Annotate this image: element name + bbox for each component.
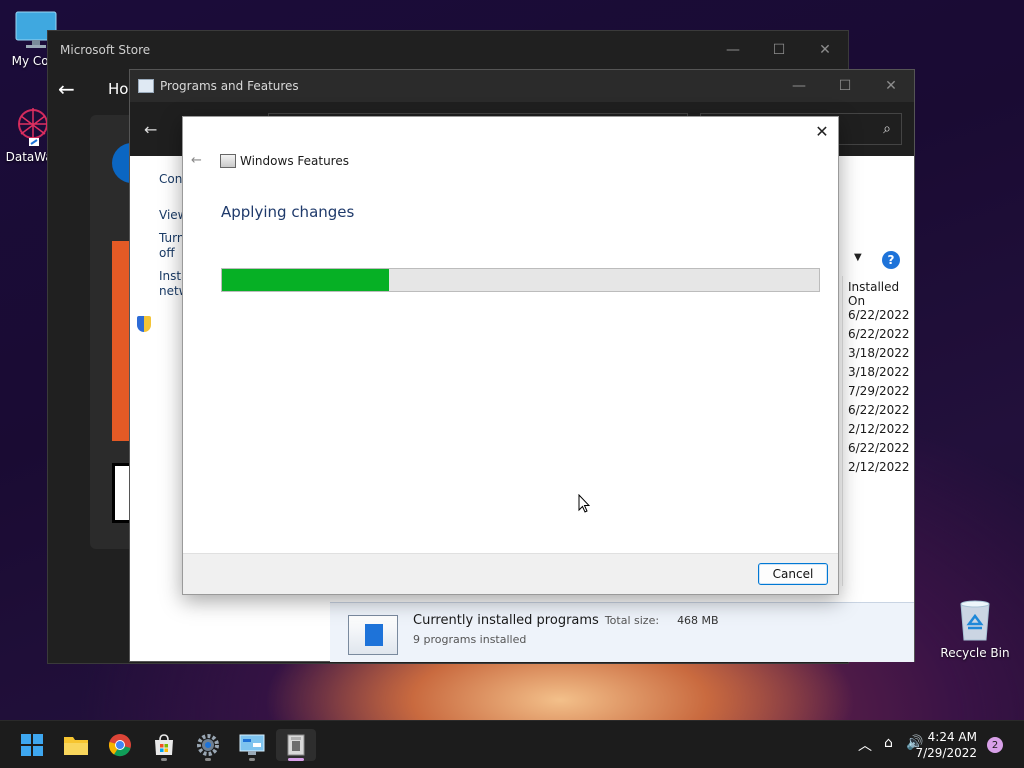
dialog-footer: Cancel (183, 553, 838, 594)
running-indicator (288, 758, 304, 761)
search-icon: ⌕ (883, 121, 891, 137)
clock-time: 4:24 AM (927, 730, 977, 744)
table-cell: 6/22/2022 (848, 441, 910, 455)
back-arrow-icon: ← (191, 153, 202, 168)
table-cell: 6/22/2022 (848, 403, 910, 417)
status-heading: Applying changes (221, 203, 355, 221)
shield-icon (137, 316, 151, 332)
sidebar-link-text: Turn (159, 231, 185, 245)
taskbar-settings[interactable] (188, 729, 228, 761)
windows-features-icon (220, 154, 236, 168)
sidebar-link-turn-features[interactable]: Turn off (159, 231, 184, 261)
taskbar-chrome[interactable] (100, 729, 140, 761)
details-pane: Currently installed programs Total size: 4… (330, 602, 914, 662)
taskbar-control-panel[interactable] (232, 729, 272, 761)
recycle-bin-icon (960, 600, 990, 641)
table-cell: 3/18/2022 (848, 365, 910, 379)
programs-features-icon (287, 734, 305, 756)
store-icon (155, 734, 173, 755)
chrome-icon (108, 734, 131, 757)
clock-date: 7/29/2022 (915, 746, 977, 760)
table-cell: 2/12/2022 (848, 460, 910, 474)
settings-icon (197, 734, 219, 756)
desktop-icon-label: Recycle Bin (940, 646, 1010, 660)
taskbar-programs-features[interactable] (276, 729, 316, 761)
running-indicator (161, 758, 167, 761)
store-title: Microsoft Store (60, 43, 151, 57)
datawagon-icon (18, 108, 48, 146)
file-explorer-icon (64, 737, 88, 755)
notification-badge[interactable]: 2 (987, 737, 1003, 753)
mouse-cursor-icon (578, 494, 590, 513)
column-divider (842, 276, 843, 586)
clock[interactable]: 4:24 AM 7/29/2022 (915, 729, 977, 761)
installed-programs-icon (348, 615, 398, 655)
control-panel-icon (239, 734, 265, 755)
programs-title: Programs and Features (160, 79, 299, 93)
taskbar: ︿ ⌂ 🔊 4:24 AM 7/29/2022 2 (0, 720, 1024, 768)
column-header-installed-on[interactable]: Installed On (848, 280, 914, 308)
start-icon (21, 734, 43, 756)
minimize-button[interactable]: — (710, 31, 756, 69)
table-cell: 3/18/2022 (848, 346, 910, 360)
maximize-button[interactable]: ☐ (756, 31, 802, 69)
back-arrow-icon[interactable]: ← (58, 77, 82, 101)
cancel-button[interactable]: Cancel (758, 563, 828, 585)
desktop-icon-recycle-bin[interactable]: Recycle Bin (940, 598, 1010, 660)
help-icon[interactable]: ? (882, 251, 900, 269)
table-cell: 2/12/2022 (848, 422, 910, 436)
maximize-button[interactable]: ☐ (822, 70, 868, 102)
network-icon[interactable]: ⌂ (884, 735, 893, 751)
taskbar-store[interactable] (144, 729, 184, 761)
close-icon[interactable]: ✕ (812, 121, 832, 141)
installed-dates-list: 6/22/2022 6/22/2022 3/18/2022 3/18/2022 … (848, 306, 910, 477)
windows-features-dialog[interactable]: ✕ ← Windows Features Applying changes Ca… (182, 116, 839, 595)
total-size-value: 468 MB (677, 614, 719, 627)
status-title: Currently installed programs (413, 613, 599, 628)
table-cell: 7/29/2022 (848, 384, 910, 398)
running-indicator (205, 758, 211, 761)
programs-count: 9 programs installed (413, 633, 527, 646)
total-size-label: Total size: (604, 614, 660, 627)
sidebar-link-text: off (159, 246, 175, 260)
status-line: Currently installed programs Total size: 4… (413, 613, 719, 628)
system-tray: ︿ ⌂ 🔊 4:24 AM 7/29/2022 2 (824, 721, 1024, 768)
back-arrow-icon[interactable]: ← (144, 120, 157, 139)
view-dropdown-arrow-icon[interactable]: ▼ (854, 252, 862, 263)
close-button[interactable]: ✕ (868, 70, 914, 102)
table-cell: 6/22/2022 (848, 327, 910, 341)
chevron-up-icon[interactable]: ︿ (858, 735, 872, 755)
running-indicator (249, 758, 255, 761)
close-button[interactable]: ✕ (802, 31, 848, 69)
store-window-controls: — ☐ ✕ (710, 31, 848, 69)
taskbar-file-explorer[interactable] (56, 729, 96, 761)
minimize-button[interactable]: — (776, 70, 822, 102)
progress-bar (221, 268, 820, 292)
start-button[interactable] (12, 729, 52, 761)
table-cell: 6/22/2022 (848, 308, 910, 322)
programs-window-controls: — ☐ ✕ (776, 70, 914, 102)
progress-fill (222, 269, 390, 291)
programs-app-icon (138, 79, 154, 93)
dialog-title: Windows Features (240, 154, 349, 168)
